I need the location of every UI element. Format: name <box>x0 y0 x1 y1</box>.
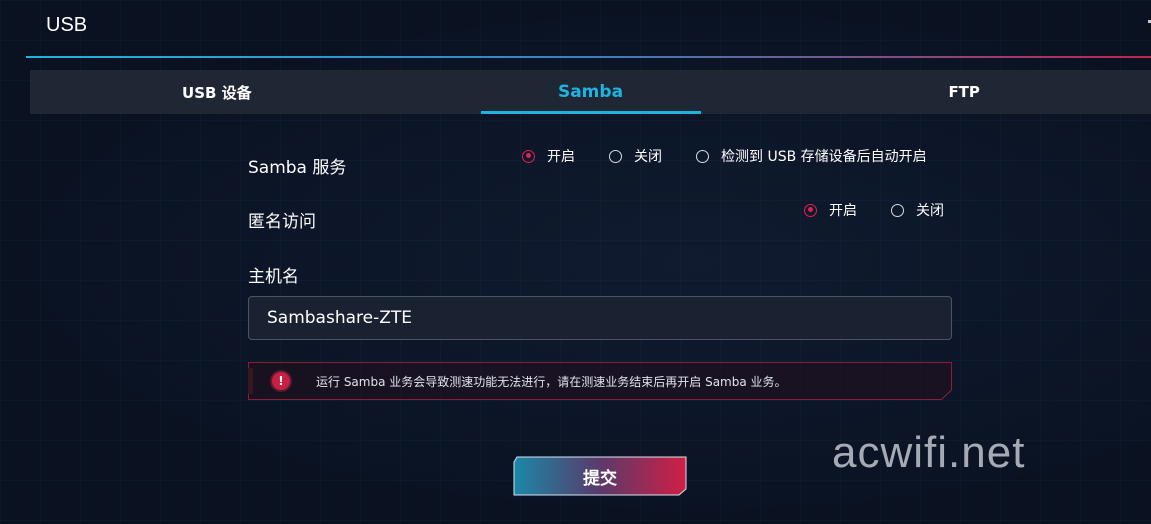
warning-banner: ! 运行 Samba 业务会导致测速功能无法进行，请在测速业务结束后再开启 Sa… <box>248 362 952 400</box>
tab-usb-devices[interactable]: USB 设备 <box>30 70 404 114</box>
anonymous-access-on-radio[interactable]: 开启 <box>804 200 857 220</box>
hostname-label: 主机名 <box>248 267 299 287</box>
radio-checked-icon <box>522 149 535 163</box>
samba-service-label: Samba 服务 <box>248 158 347 178</box>
radio-label: 检测到 USB 存储设备后自动开启 <box>721 149 927 165</box>
samba-service-on-radio[interactable]: 开启 <box>522 146 575 166</box>
title-divider <box>26 56 1151 58</box>
samba-service-auto-radio[interactable]: 检测到 USB 存储设备后自动开启 <box>696 146 927 166</box>
tab-bar: USB 设备 Samba FTP <box>30 70 1151 114</box>
anonymous-access-label: 匿名访问 <box>248 212 316 232</box>
radio-label: 开启 <box>547 149 575 165</box>
radio-checked-icon <box>804 203 817 217</box>
radio-unchecked-icon <box>609 149 622 163</box>
radio-unchecked-icon <box>891 203 904 217</box>
anonymous-access-radio-group: 开启 关闭 <box>804 200 944 220</box>
hostname-input[interactable] <box>248 296 952 340</box>
submit-button[interactable]: 提交 <box>513 456 687 496</box>
radio-unchecked-icon <box>696 149 709 163</box>
tab-ftp[interactable]: FTP <box>777 70 1151 114</box>
exclamation-icon: ! <box>272 372 290 390</box>
tab-samba[interactable]: Samba <box>404 70 778 114</box>
samba-service-off-radio[interactable]: 关闭 <box>609 146 662 166</box>
warning-text: 运行 Samba 业务会导致测速功能无法进行，请在测速业务结束后再开启 Samb… <box>316 375 787 389</box>
samba-service-radio-group: 开启 关闭 检测到 USB 存储设备后自动开启 <box>522 146 927 166</box>
radio-label: 关闭 <box>916 203 944 219</box>
submit-label: 提交 <box>583 468 617 489</box>
radio-label: 开启 <box>829 203 857 219</box>
watermark: acwifi.net <box>832 428 1026 477</box>
radio-label: 关闭 <box>634 149 662 165</box>
anonymous-access-off-radio[interactable]: 关闭 <box>891 200 944 220</box>
page-title: USB <box>46 14 88 36</box>
